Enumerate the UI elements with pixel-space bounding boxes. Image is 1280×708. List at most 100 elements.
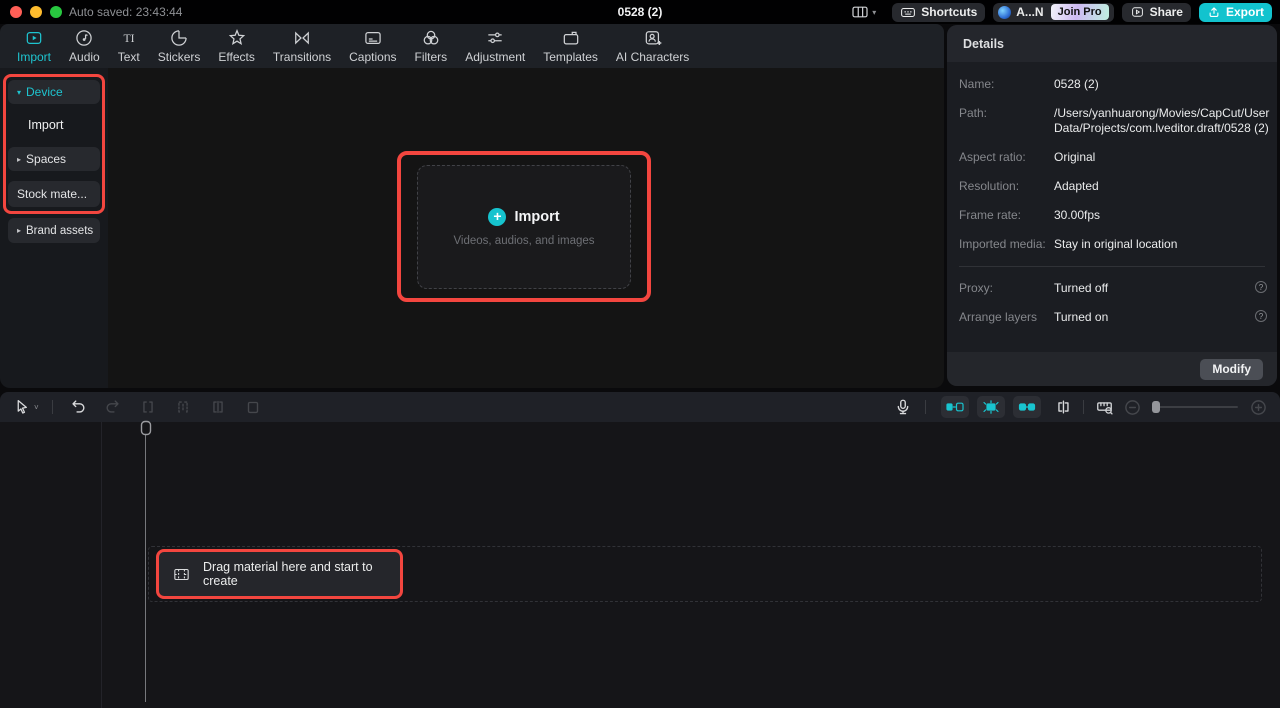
ai-character-icon (642, 28, 664, 48)
split-right-button[interactable] (208, 397, 228, 417)
sidebar-item-brand-assets[interactable]: ▸ Brand assets (8, 218, 100, 243)
timeline-toolbar-right (893, 396, 1268, 418)
timeline-zoom-slider[interactable] (1152, 401, 1238, 413)
detail-row-frame-rate: Frame rate: 30.00fps (959, 208, 1101, 222)
upload-icon (1207, 5, 1221, 19)
title-bar: Auto saved: 23:43:44 0528 (2) ▾ Shortcut… (0, 0, 1280, 24)
toolbar-divider (51, 400, 53, 414)
link-clips-toggle[interactable] (1013, 396, 1041, 418)
sidebar-import-label: Import (28, 118, 64, 132)
details-footer: Modify (947, 352, 1277, 386)
captions-icon (362, 28, 384, 48)
detail-row-proxy: Proxy: Turned off ? (959, 281, 1267, 296)
drag-material-hint[interactable]: Drag material here and start to create (156, 549, 403, 599)
import-title: Import (514, 208, 560, 225)
sidebar-item-stock-materials[interactable]: Stock mate... (8, 181, 100, 207)
detail-row-arrange-layers: Arrange layers Turned on ? (959, 310, 1267, 325)
account-name: A...N (1016, 5, 1044, 19)
split-left-button[interactable] (173, 397, 193, 417)
text-icon: TI (118, 28, 140, 48)
export-label: Export (1225, 5, 1264, 19)
share-label: Share (1149, 5, 1183, 19)
detail-row-aspect-ratio: Aspect ratio: Original (959, 150, 1096, 164)
tab-audio[interactable]: Audio (60, 28, 109, 64)
main-track-magnet-toggle[interactable] (941, 396, 969, 418)
undo-button[interactable] (68, 397, 88, 417)
track-header-divider (101, 422, 102, 708)
window-title: 0528 (2) (617, 5, 663, 19)
preview-axis-button[interactable] (1053, 397, 1073, 417)
sidebar-stock-label: Stock mate... (17, 187, 88, 201)
shortcuts-label: Shortcuts (921, 5, 978, 19)
modify-button[interactable]: Modify (1200, 358, 1263, 380)
redo-button[interactable] (103, 397, 123, 417)
avatar (998, 5, 1012, 19)
export-button[interactable]: Export (1198, 2, 1272, 22)
tab-effects[interactable]: Effects (209, 28, 263, 64)
titlebar-actions: ▾ Shortcuts A...N Join Pro Share Export (851, 2, 1280, 22)
sidebar-item-device[interactable]: ▾ Device (8, 80, 100, 104)
layout-switcher-button[interactable]: ▾ (851, 5, 876, 19)
shortcuts-button[interactable]: Shortcuts (892, 2, 986, 22)
chevron-down-icon[interactable]: ˅ (34, 403, 39, 412)
adjust-duration-button[interactable] (1094, 397, 1114, 417)
timeline-toolbar: ˅ (0, 392, 1280, 422)
minimize-window-button[interactable] (30, 6, 42, 18)
help-icon[interactable]: ? (1255, 281, 1267, 293)
join-pro-button[interactable]: Join Pro (1050, 4, 1109, 20)
toolbar-divider (925, 400, 926, 414)
tab-adjustment[interactable]: Adjustment (456, 28, 534, 64)
tab-captions[interactable]: Captions (340, 28, 405, 64)
drag-hint-text: Drag material here and start to create (203, 560, 373, 588)
close-window-button[interactable] (10, 6, 22, 18)
record-voiceover-button[interactable] (893, 397, 913, 417)
tab-import[interactable]: Import (8, 28, 60, 64)
delete-button[interactable] (243, 397, 263, 417)
sidebar-device-label: Device (26, 85, 63, 99)
detail-row-path: Path: /Users/yanhuarong/Movies/CapCut/Us… (959, 106, 1270, 135)
star-icon (226, 28, 248, 48)
sidebar-brand-label: Brand assets (26, 224, 94, 237)
fullscreen-window-button[interactable] (50, 6, 62, 18)
share-icon (1130, 5, 1145, 19)
share-button[interactable]: Share (1121, 2, 1191, 22)
sidebar-item-spaces[interactable]: ▸ Spaces (8, 147, 100, 171)
svg-text:TI: TI (123, 32, 134, 45)
media-tabs-bar: Import Audio TI Text Stickers Effects Tr… (0, 24, 944, 68)
import-subtitle: Videos, audios, and images (453, 234, 595, 247)
import-media-icon (23, 28, 45, 48)
playhead-line (145, 434, 146, 702)
toolbar-divider (1083, 400, 1084, 414)
detail-row-resolution: Resolution: Adapted (959, 179, 1099, 193)
caret-down-icon: ▾ (17, 87, 22, 97)
details-panel: Details Name: 0528 (2) Path: /Users/yanh… (947, 25, 1277, 386)
tab-templates[interactable]: Templates (534, 28, 607, 64)
audio-icon (73, 28, 95, 48)
autosave-status: Auto saved: 23:43:44 (69, 5, 183, 19)
playhead-handle[interactable] (140, 420, 152, 437)
tab-filters[interactable]: Filters (406, 28, 457, 64)
help-icon[interactable]: ? (1255, 310, 1267, 322)
tab-ai-characters[interactable]: AI Characters (607, 28, 698, 64)
sidebar-item-import[interactable]: Import (0, 112, 108, 138)
zoom-slider-handle[interactable] (1152, 401, 1160, 413)
details-header: Details (947, 25, 1277, 62)
account-chip[interactable]: A...N Join Pro (993, 2, 1114, 22)
zoom-out-button[interactable] (1122, 397, 1142, 417)
transition-icon (291, 28, 313, 48)
timeline-area[interactable]: Drag material here and start to create (0, 420, 1280, 708)
media-sidebar: ▾ Device Import ▸ Spaces Stock mate... ▸… (0, 68, 108, 388)
zoom-in-button[interactable] (1248, 397, 1268, 417)
tab-stickers[interactable]: Stickers (149, 28, 210, 64)
filters-icon (420, 28, 442, 48)
keyboard-icon (900, 6, 916, 19)
detail-row-imported-media: Imported media: Stay in original locatio… (959, 237, 1178, 251)
tab-transitions[interactable]: Transitions (264, 28, 340, 64)
caret-right-icon: ▸ (17, 226, 22, 235)
tab-text[interactable]: TI Text (109, 28, 149, 64)
split-button[interactable] (138, 397, 158, 417)
select-cursor-button[interactable] (12, 397, 32, 417)
import-dropzone[interactable]: + Import Videos, audios, and images (417, 165, 631, 289)
auto-snap-toggle[interactable] (977, 396, 1005, 418)
clapperboard-icon (560, 28, 582, 48)
